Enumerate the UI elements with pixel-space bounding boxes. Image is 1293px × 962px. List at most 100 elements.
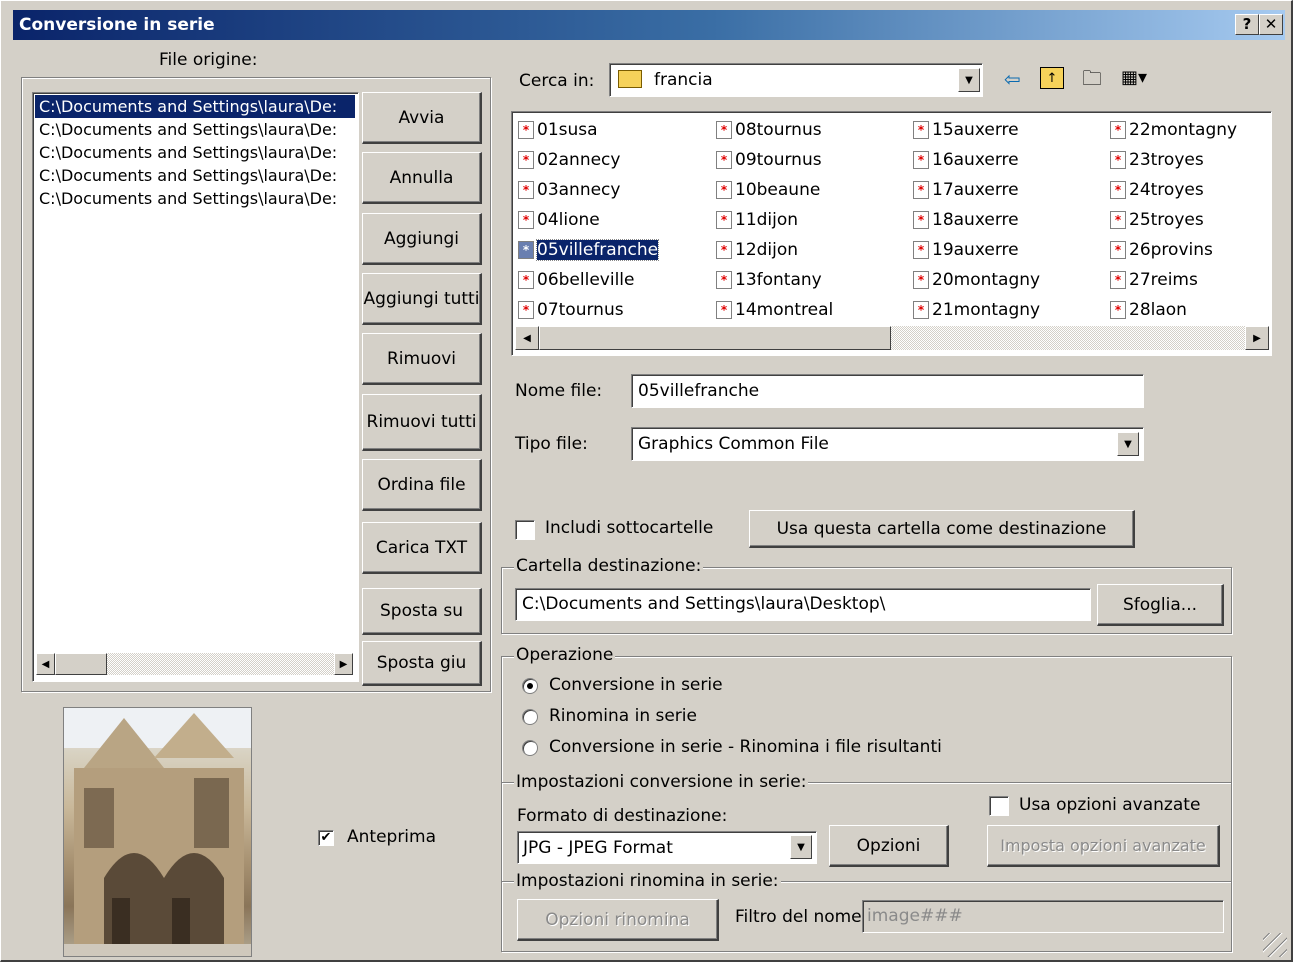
look-in-dropdown-button[interactable]: ▼ — [958, 68, 980, 92]
remove-all-button[interactable]: Rimuovi tutti — [362, 394, 482, 451]
destination-path-input[interactable]: C:\Documents and Settings\laura\Desktop\ — [515, 588, 1091, 621]
view-menu-icon[interactable]: ▦▾ — [1121, 67, 1147, 89]
file-item[interactable]: * 02annecy — [518, 146, 620, 174]
title-bar[interactable]: Conversione in serie ? ✕ — [13, 10, 1285, 40]
file-item[interactable]: * 13fontany — [716, 266, 822, 294]
file-item[interactable]: * 07tournus — [518, 296, 624, 324]
filetype-dropdown-button[interactable]: ▼ — [1117, 432, 1139, 456]
source-hscroll-thumb[interactable] — [55, 653, 107, 675]
back-icon[interactable]: ⇦ — [1004, 68, 1021, 90]
file-browser-list[interactable]: * 01susa * 02annecy * 03annecy * 04lione * 05vill… — [511, 111, 1272, 356]
resize-grip[interactable] — [1263, 933, 1287, 957]
options-button[interactable]: Opzioni — [829, 825, 949, 867]
help-button[interactable]: ? — [1235, 14, 1259, 35]
operation-radio[interactable] — [522, 709, 538, 725]
browser-hscroll-thumb[interactable] — [539, 326, 891, 350]
filetype-value: Graphics Common File — [638, 434, 829, 454]
file-item[interactable]: * 01susa — [518, 116, 598, 144]
operation-group-label: Operazione — [514, 645, 616, 665]
source-file-item[interactable]: C:\Documents and Settings\laura\De: — [35, 95, 355, 118]
batch-conversion-dialog: Conversione in serie ? ✕ File origine: C… — [0, 0, 1293, 962]
image-file-icon: * — [716, 151, 732, 169]
file-item[interactable]: * 20montagny — [913, 266, 1040, 294]
file-item-label: 09tournus — [735, 150, 822, 170]
file-item[interactable]: * 27reims — [1110, 266, 1198, 294]
file-item[interactable]: * 08tournus — [716, 116, 822, 144]
source-file-item[interactable]: C:\Documents and Settings\laura\De: — [35, 118, 355, 141]
close-button[interactable]: ✕ — [1259, 14, 1283, 35]
add-all-button[interactable]: Aggiungi tutti — [362, 273, 482, 325]
file-item[interactable]: * 28laon — [1110, 296, 1187, 324]
file-item[interactable]: * 05villefranche — [518, 236, 660, 264]
image-file-icon: * — [913, 301, 929, 319]
file-item[interactable]: * 14montreal — [716, 296, 833, 324]
file-item[interactable]: * 17auxerre — [913, 176, 1019, 204]
browse-button[interactable]: Sfoglia... — [1097, 584, 1224, 626]
image-file-icon: * — [518, 121, 534, 139]
file-item[interactable]: * 06belleville — [518, 266, 634, 294]
image-file-icon: * — [913, 241, 929, 259]
source-file-item[interactable]: C:\Documents and Settings\laura\De: — [35, 164, 355, 187]
set-advanced-options-button[interactable]: Imposta opzioni avanzate — [987, 825, 1220, 867]
format-select[interactable]: JPG - JPEG Format ▼ — [517, 831, 817, 864]
remove-button[interactable]: Rimuovi — [362, 333, 482, 385]
filetype-select[interactable]: Graphics Common File ▼ — [631, 427, 1144, 461]
file-item[interactable]: * 24troyes — [1110, 176, 1204, 204]
format-dropdown-button[interactable]: ▼ — [790, 835, 812, 859]
rename-options-button[interactable]: Opzioni rinomina — [517, 899, 719, 941]
operation-radio[interactable] — [522, 678, 538, 694]
file-item[interactable]: * 18auxerre — [913, 206, 1019, 234]
image-file-icon: * — [913, 181, 929, 199]
dialog-title: Conversione in serie — [19, 15, 215, 35]
use-as-destination-button[interactable]: Usa questa cartella come destinazione — [749, 510, 1135, 548]
browser-scroll-left-button[interactable]: ◀ — [515, 326, 539, 350]
filename-input[interactable]: 05villefranche — [631, 374, 1144, 408]
file-item[interactable]: * 09tournus — [716, 146, 822, 174]
conversion-group-label: Impostazioni conversione in serie: — [514, 772, 809, 792]
file-item[interactable]: * 10beaune — [716, 176, 820, 204]
scroll-left-button[interactable]: ◀ — [36, 653, 55, 675]
file-item[interactable]: * 11dijon — [716, 206, 798, 234]
file-item[interactable]: * 26provins — [1110, 236, 1213, 264]
image-file-icon: * — [1110, 301, 1126, 319]
move-up-button[interactable]: Sposta su — [362, 588, 482, 635]
source-file-list[interactable]: C:\Documents and Settings\laura\De: C:\Do… — [32, 92, 359, 682]
look-in-combobox[interactable]: francia ▼ — [609, 63, 983, 97]
file-item[interactable]: * 04lione — [518, 206, 600, 234]
scroll-right-button[interactable]: ▶ — [334, 653, 353, 675]
add-button[interactable]: Aggiungi — [362, 213, 482, 265]
file-item-label: 15auxerre — [932, 120, 1019, 140]
load-txt-button[interactable]: Carica TXT — [362, 522, 482, 574]
advanced-options-checkbox[interactable] — [989, 796, 1009, 816]
preview-checkbox[interactable]: ✔ — [318, 830, 334, 846]
file-item[interactable]: * 22montagny — [1110, 116, 1237, 144]
start-button[interactable]: Avvia — [362, 92, 482, 144]
sort-files-button[interactable]: Ordina file — [362, 459, 482, 511]
image-file-icon: * — [716, 181, 732, 199]
file-item[interactable]: * 15auxerre — [913, 116, 1019, 144]
preview-image — [63, 707, 252, 957]
browser-scroll-right-button[interactable]: ▶ — [1245, 326, 1269, 350]
up-folder-icon[interactable]: ↑ — [1040, 67, 1064, 89]
name-filter-label: Filtro del nome: — [735, 907, 868, 927]
include-subfolders-checkbox[interactable] — [515, 520, 535, 540]
file-item-label: 17auxerre — [932, 180, 1019, 200]
source-file-items: C:\Documents and Settings\laura\De: C:\Do… — [35, 95, 355, 210]
file-item[interactable]: * 25troyes — [1110, 206, 1204, 234]
name-filter-input[interactable]: image### — [862, 900, 1224, 933]
new-folder-icon[interactable]: 🗀 — [1082, 67, 1102, 89]
operation-radio[interactable] — [522, 740, 538, 756]
source-file-item[interactable]: C:\Documents and Settings\laura\De: — [35, 141, 355, 164]
image-file-icon: * — [518, 181, 534, 199]
file-item[interactable]: * 16auxerre — [913, 146, 1019, 174]
look-in-value: francia — [654, 70, 713, 90]
file-item[interactable]: * 23troyes — [1110, 146, 1204, 174]
file-item[interactable]: * 12dijon — [716, 236, 798, 264]
source-file-item[interactable]: C:\Documents and Settings\laura\De: — [35, 187, 355, 210]
file-item[interactable]: * 21montagny — [913, 296, 1040, 324]
move-down-button[interactable]: Sposta giu — [362, 641, 482, 686]
file-grid: * 01susa * 02annecy * 03annecy * 04lione * 05vill… — [512, 112, 1273, 322]
file-item[interactable]: * 03annecy — [518, 176, 620, 204]
cancel-button[interactable]: Annulla — [362, 152, 482, 204]
file-item[interactable]: * 19auxerre — [913, 236, 1019, 264]
